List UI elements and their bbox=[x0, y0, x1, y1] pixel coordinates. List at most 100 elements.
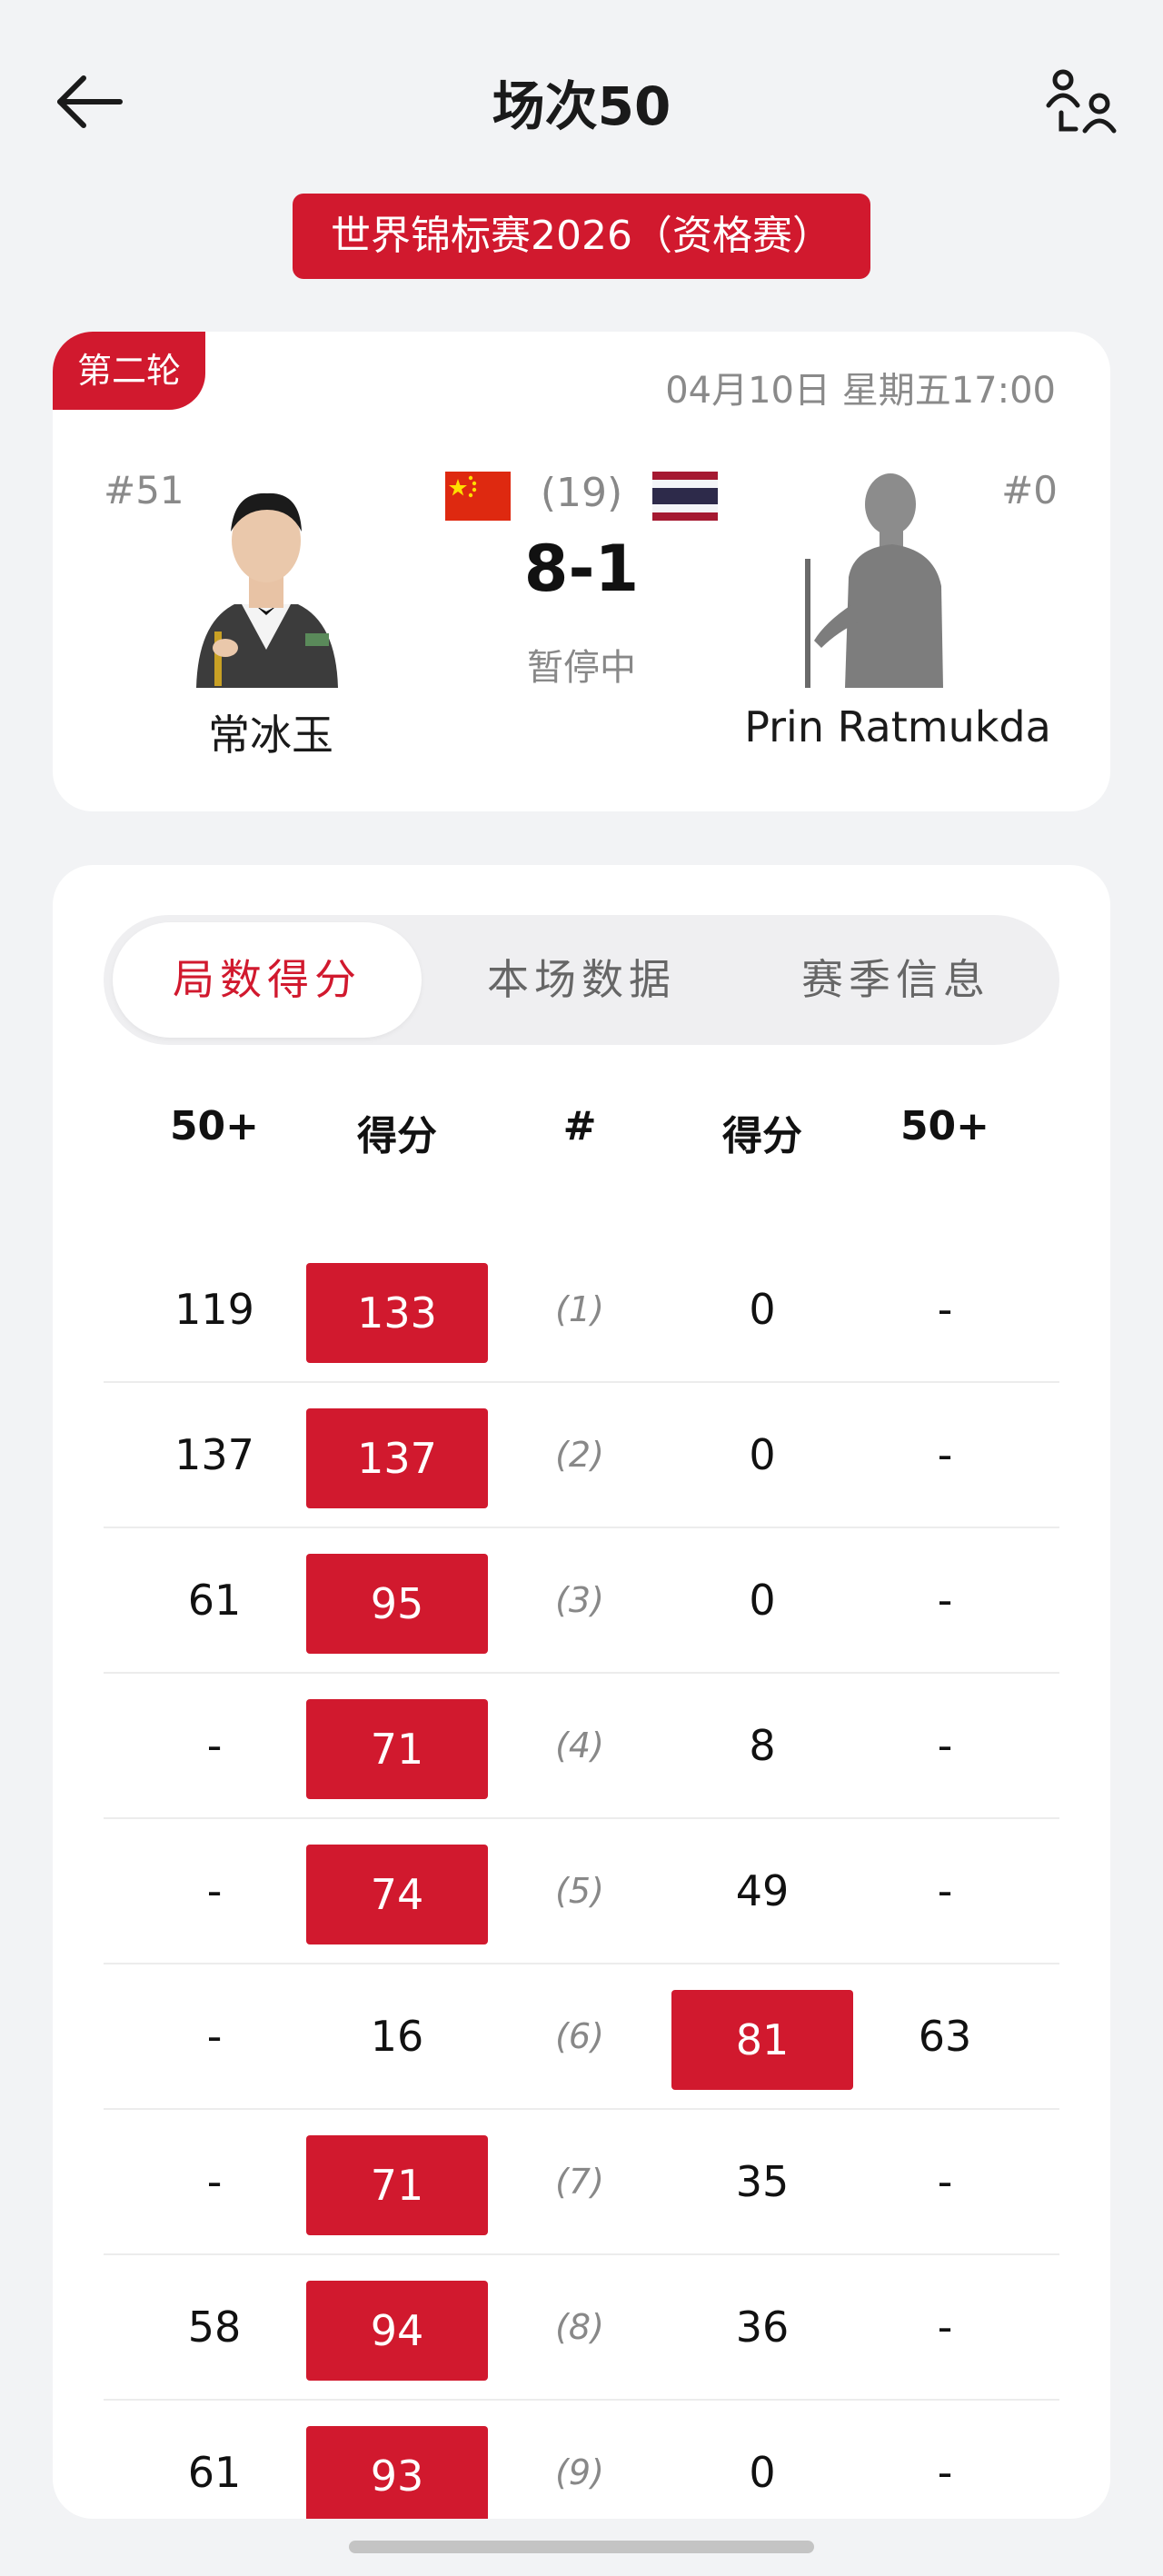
left-breaks-cell: 137 bbox=[124, 1383, 305, 1527]
winning-score: 71 bbox=[306, 2134, 488, 2235]
cell-value: - bbox=[937, 2448, 953, 2497]
right-score-cell: 0 bbox=[671, 1238, 853, 1381]
table-row: 137 137 (2) 0 - bbox=[104, 1383, 1059, 1528]
home-indicator[interactable] bbox=[349, 2541, 814, 2553]
cell-value: - bbox=[937, 1721, 953, 1770]
cell-value: - bbox=[937, 2302, 953, 2352]
cell-value: 49 bbox=[735, 1866, 790, 1915]
page-title: 场次50 bbox=[492, 75, 671, 137]
winning-score: 71 bbox=[306, 1698, 488, 1799]
round-badge: 第二轮 bbox=[53, 332, 205, 410]
frames-card: 局数得分 本场数据 赛季信息 50+ 得分 # 得分 50+ 119 133 (1)… bbox=[53, 865, 1110, 2519]
left-score-cell: 137 bbox=[306, 1383, 488, 1527]
cell-value: 0 bbox=[749, 1576, 776, 1625]
right-score-cell: 49 bbox=[671, 1819, 853, 1963]
left-breaks-cell: 61 bbox=[124, 2401, 305, 2519]
left-breaks-cell: - bbox=[124, 1674, 305, 1817]
right-score-cell: 36 bbox=[671, 2255, 853, 2399]
tab-frame-scores[interactable]: 局数得分 bbox=[113, 922, 422, 1038]
player-right-silhouette[interactable] bbox=[798, 468, 961, 688]
player-left-name[interactable]: 常冰玉 bbox=[153, 702, 389, 762]
cell-value: - bbox=[937, 1285, 953, 1334]
cell-value: 16 bbox=[370, 2012, 424, 2061]
left-score-cell: 94 bbox=[306, 2255, 488, 2399]
china-flag-icon bbox=[445, 472, 511, 521]
thailand-flag-icon bbox=[652, 472, 718, 521]
right-breaks-cell: 63 bbox=[854, 1964, 1036, 2108]
left-breaks-cell: - bbox=[124, 1819, 305, 1963]
player-right-rank: #0 bbox=[1001, 468, 1058, 512]
cell-value: (8) bbox=[555, 2307, 604, 2347]
cell-value: 36 bbox=[735, 2302, 790, 2352]
cell-value: - bbox=[937, 1866, 953, 1915]
left-score-cell: 95 bbox=[306, 1528, 488, 1672]
right-score-cell: 8 bbox=[671, 1674, 853, 1817]
right-score-cell: 35 bbox=[671, 2110, 853, 2253]
left-score-cell: 133 bbox=[306, 1238, 488, 1381]
cell-value: (6) bbox=[555, 2016, 604, 2056]
right-breaks-cell: - bbox=[854, 1819, 1036, 1963]
right-breaks-cell: - bbox=[854, 1383, 1036, 1527]
left-breaks-cell: - bbox=[124, 1964, 305, 2108]
cell-value: - bbox=[937, 1576, 953, 1625]
table-row: - 71 (4) 8 - bbox=[104, 1674, 1059, 1819]
right-breaks-cell: - bbox=[854, 2255, 1036, 2399]
tab-season-info[interactable]: 赛季信息 bbox=[741, 922, 1050, 1038]
cell-value: 0 bbox=[749, 2448, 776, 2497]
right-score-cell: 81 bbox=[671, 1964, 853, 2108]
header-right-breaks: 50+ bbox=[900, 1103, 990, 1149]
table-row: 119 133 (1) 0 - bbox=[104, 1238, 1059, 1383]
cell-value: 0 bbox=[749, 1430, 776, 1479]
frame-number-cell: (2) bbox=[489, 1383, 671, 1527]
table-row: - 74 (5) 49 - bbox=[104, 1819, 1059, 1964]
tournament-badge[interactable]: 世界锦标赛2026（资格赛） bbox=[293, 194, 870, 279]
left-score-cell: 71 bbox=[306, 2110, 488, 2253]
cell-value: 61 bbox=[187, 1576, 242, 1625]
left-score-cell: 71 bbox=[306, 1674, 488, 1817]
cell-value: (4) bbox=[555, 1726, 604, 1765]
player-switch-button[interactable] bbox=[1043, 65, 1119, 142]
right-score-cell: 0 bbox=[671, 1528, 853, 1672]
cell-value: (3) bbox=[555, 1580, 604, 1620]
frame-number-cell: (1) bbox=[489, 1238, 671, 1381]
table-row: 61 95 (3) 0 - bbox=[104, 1528, 1059, 1674]
cell-value: 61 bbox=[187, 2448, 242, 2497]
header-frame-number: # bbox=[562, 1103, 597, 1149]
cell-value: - bbox=[206, 1721, 223, 1770]
right-breaks-cell: - bbox=[854, 1674, 1036, 1817]
cell-value: 58 bbox=[187, 2302, 242, 2352]
winning-score: 74 bbox=[306, 1844, 488, 1944]
table-row: 58 94 (8) 36 - bbox=[104, 2255, 1059, 2401]
left-score-cell: 93 bbox=[306, 2401, 488, 2519]
player-right-name[interactable]: Prin Ratmukda bbox=[707, 702, 1088, 751]
winning-score: 93 bbox=[306, 2425, 488, 2519]
table-row: 61 93 (9) 0 - bbox=[104, 2401, 1059, 2519]
app-header: 场次50 bbox=[0, 0, 1163, 209]
left-breaks-cell: 61 bbox=[124, 1528, 305, 1672]
frame-number-cell: (4) bbox=[489, 1674, 671, 1817]
winning-score: 133 bbox=[306, 1262, 488, 1363]
header-right-score: 得分 bbox=[722, 1113, 802, 1159]
right-breaks-cell: - bbox=[854, 2110, 1036, 2253]
cell-value: 0 bbox=[749, 1285, 776, 1334]
tab-match-stats[interactable]: 本场数据 bbox=[427, 922, 736, 1038]
right-score-cell: 0 bbox=[671, 1383, 853, 1527]
cell-value: (1) bbox=[555, 1289, 604, 1329]
right-breaks-cell: - bbox=[854, 1528, 1036, 1672]
header-left-score: 得分 bbox=[357, 1113, 437, 1159]
table-row: - 16 (6) 81 63 bbox=[104, 1964, 1059, 2110]
left-breaks-cell: 58 bbox=[124, 2255, 305, 2399]
match-datetime: 04月10日 星期五17:00 bbox=[665, 370, 1056, 412]
winning-score: 95 bbox=[306, 1553, 488, 1654]
winning-score: 81 bbox=[671, 1989, 853, 2090]
left-score-cell: 16 bbox=[306, 1964, 488, 2108]
cell-value: 8 bbox=[749, 1721, 776, 1770]
best-of-frames: (19) bbox=[540, 470, 623, 516]
cell-value: (7) bbox=[555, 2162, 604, 2202]
cell-value: 63 bbox=[918, 2012, 972, 2061]
cell-value: 137 bbox=[174, 1430, 254, 1479]
left-breaks-cell: 119 bbox=[124, 1238, 305, 1381]
cell-value: - bbox=[206, 2012, 223, 2061]
frame-number-cell: (3) bbox=[489, 1528, 671, 1672]
cell-value: (5) bbox=[555, 1871, 604, 1911]
